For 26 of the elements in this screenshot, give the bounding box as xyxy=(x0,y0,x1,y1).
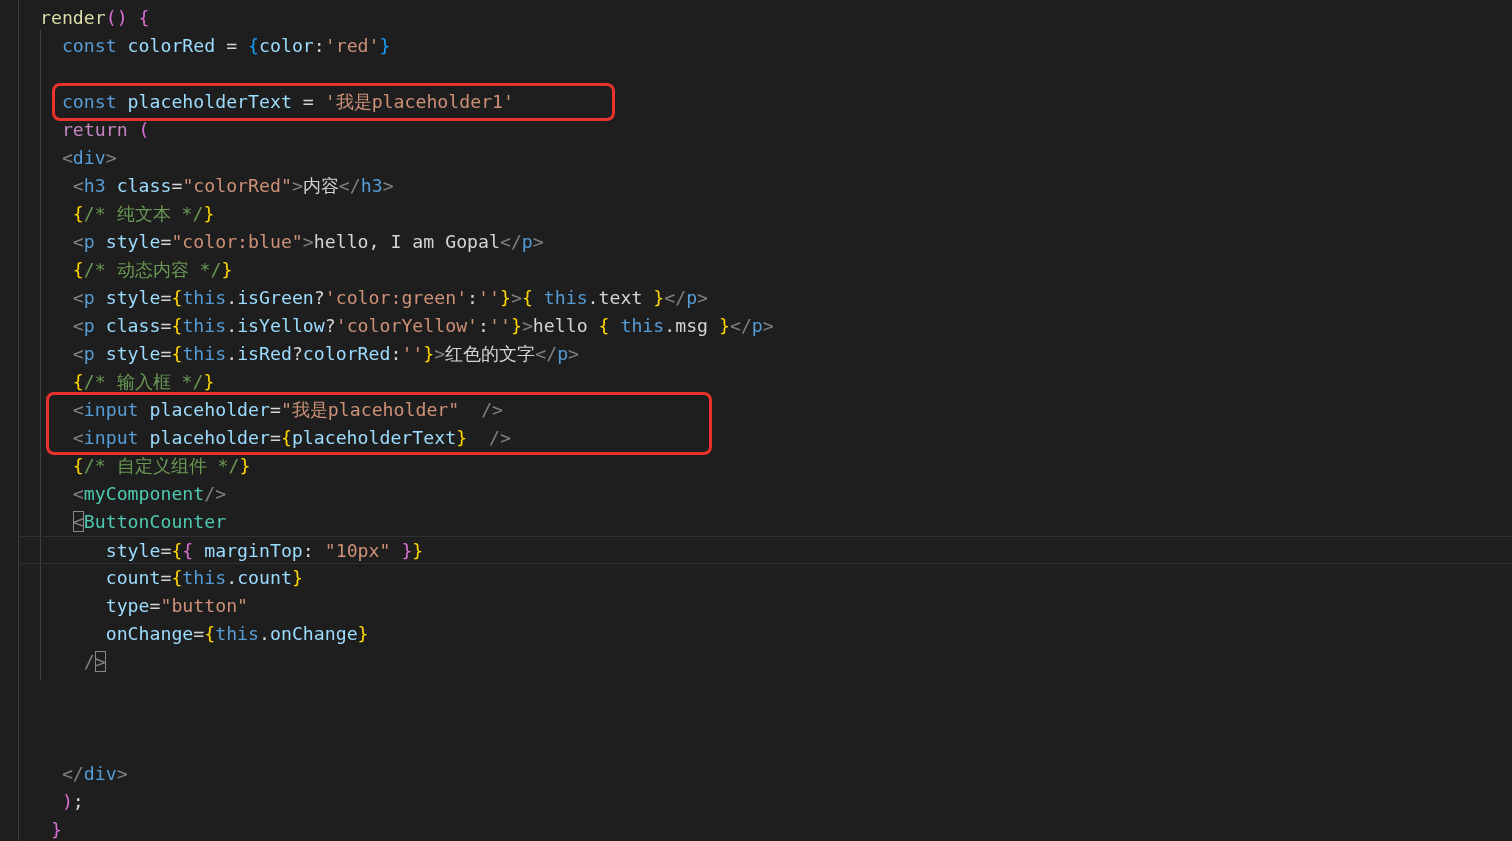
code-line: return ( xyxy=(60,118,151,142)
code-line: } xyxy=(49,818,63,841)
code-line: style={{ marginTop: "10px" }} xyxy=(20,536,1512,564)
code-line: {/* 纯文本 */} xyxy=(71,202,216,226)
code-line: const colorRed = {color:'red'} xyxy=(60,34,392,58)
code-line: /> xyxy=(82,650,107,674)
code-line: {/* 自定义组件 */} xyxy=(71,454,252,478)
code-line: <myComponent/> xyxy=(71,482,228,506)
code-line: <input placeholder={placeholderText} /> xyxy=(71,426,512,450)
code-line: onChange={this.onChange} xyxy=(104,622,370,646)
code-line: <p style={this.isGreen?'color:green':''}>{ this.text }</p> xyxy=(71,286,710,310)
code-line: </div> xyxy=(60,762,129,786)
code-line: {/* 输入框 */} xyxy=(71,370,216,394)
code-line: <ButtonCounter xyxy=(71,510,228,534)
code-line: <p class={this.isYellow?'colorYellow':''}>hello { this.msg }</p> xyxy=(71,314,775,338)
code-line: {/* 动态内容 */} xyxy=(71,258,234,282)
code-line: ); xyxy=(60,790,85,814)
code-line: render() { xyxy=(39,6,151,30)
code-line: type="button" xyxy=(104,594,250,618)
code-line: const placeholderText = '我是placeholder1' xyxy=(60,90,516,114)
code-line: <p style="color:blue">hello, I am Gopal</p> xyxy=(71,230,545,254)
code-line: count={this.count} xyxy=(104,566,304,590)
code-line: <h3 class="colorRed">内容</h3> xyxy=(71,174,395,198)
code-line: <p style={this.isRed?colorRed:''}>红色的文字</p> xyxy=(71,342,581,366)
code-line: <input placeholder="我是placeholder" /> xyxy=(71,398,505,422)
code-line: <div> xyxy=(60,146,118,170)
